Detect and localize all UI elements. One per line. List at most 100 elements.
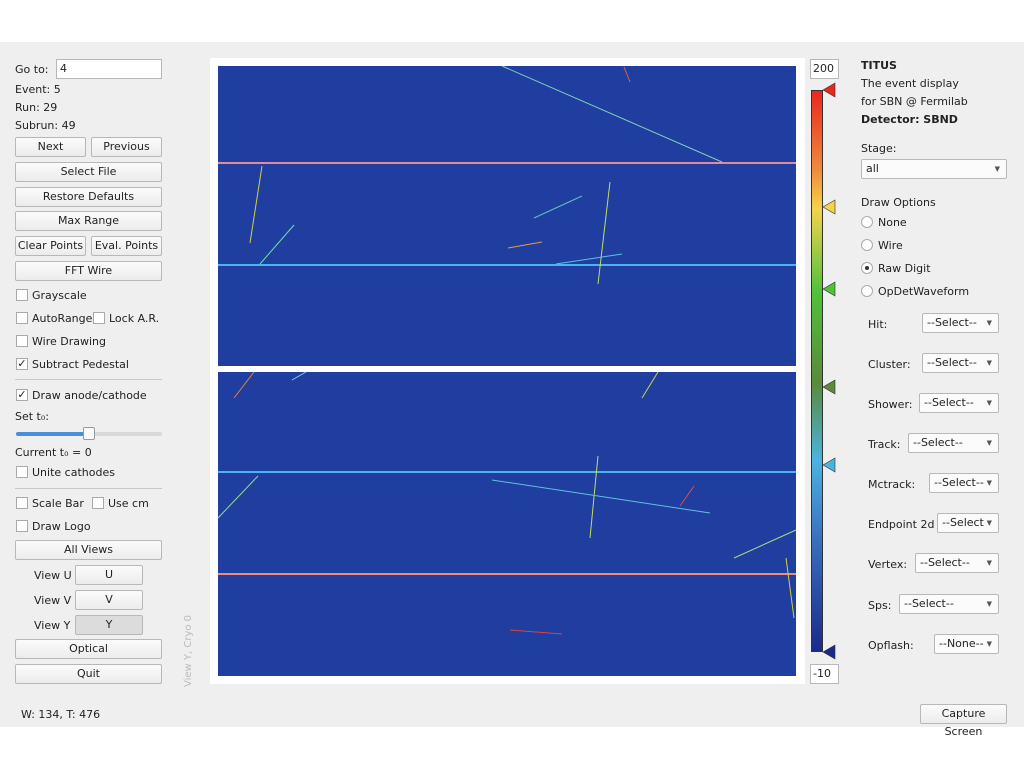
mctrack-label: Mctrack: xyxy=(868,478,916,491)
colorbar-max-input[interactable]: 200 xyxy=(810,59,839,79)
track-label: Track: xyxy=(868,438,901,451)
view-u-button[interactable]: U xyxy=(75,565,143,585)
chevron-down-icon: ▼ xyxy=(986,359,992,367)
draw-option-radio[interactable] xyxy=(861,262,873,274)
t0-slider-handle[interactable] xyxy=(83,427,95,440)
divider xyxy=(15,488,162,489)
select-value: --Select-- xyxy=(913,436,963,449)
eval-points-button[interactable]: Eval. Points xyxy=(91,236,162,256)
run-label: Run: 29 xyxy=(15,101,58,114)
opflash-select[interactable]: --None-- ▼ xyxy=(934,634,999,654)
draw-option-radio[interactable] xyxy=(861,216,873,228)
select-file-button[interactable]: Select File xyxy=(15,162,162,182)
sps-select[interactable]: --Select-- ▼ xyxy=(899,594,999,614)
cluster-label: Cluster: xyxy=(868,358,911,371)
shower-label: Shower: xyxy=(868,398,913,411)
scale-bar-label: Scale Bar xyxy=(32,497,84,510)
chevron-down-icon: ▼ xyxy=(986,319,992,327)
chevron-down-icon: ▼ xyxy=(986,399,992,407)
draw-logo-label: Draw Logo xyxy=(32,520,91,533)
chevron-down-icon: ▼ xyxy=(986,559,992,567)
use-cm-label: Use cm xyxy=(108,497,149,510)
clear-points-button[interactable]: Clear Points xyxy=(15,236,86,256)
goto-input[interactable]: 4 xyxy=(56,59,162,79)
use-cm-checkbox[interactable] xyxy=(92,497,104,509)
colorbar-handle xyxy=(822,457,836,473)
colorbar-handle xyxy=(822,82,836,98)
unite-cathodes-checkbox[interactable] xyxy=(16,466,28,478)
stage-select[interactable]: all ▼ xyxy=(861,159,1007,179)
hit-label: Hit: xyxy=(868,318,888,331)
next-button[interactable]: Next xyxy=(15,137,86,157)
select-value: --None-- xyxy=(939,637,984,650)
scale-bar-checkbox[interactable] xyxy=(16,497,28,509)
autorange-label: AutoRange xyxy=(32,312,93,325)
draw-options-label: Draw Options xyxy=(861,196,936,209)
grayscale-checkbox[interactable] xyxy=(16,289,28,301)
vertex-select[interactable]: --Select-- ▼ xyxy=(915,553,999,573)
chevron-down-icon: ▼ xyxy=(986,640,992,648)
previous-button[interactable]: Previous xyxy=(91,137,162,157)
draw-logo-checkbox[interactable] xyxy=(16,520,28,532)
draw-option-radio[interactable] xyxy=(861,239,873,251)
chevron-down-icon: ▼ xyxy=(986,519,992,527)
colorbar-min-input[interactable]: -10 xyxy=(810,664,839,684)
colorbar-handle xyxy=(822,281,836,297)
select-value: --Select-- xyxy=(927,316,977,329)
opflash-label: Opflash: xyxy=(868,639,914,652)
chevron-down-icon: ▼ xyxy=(994,165,1000,173)
wire-drawing-checkbox[interactable] xyxy=(16,335,28,347)
draw-option-radio[interactable] xyxy=(861,285,873,297)
lock-ar-checkbox[interactable] xyxy=(93,312,105,324)
select-value: --Select-- xyxy=(904,597,954,610)
view-y-button[interactable]: Y xyxy=(75,615,143,635)
max-range-button[interactable]: Max Range xyxy=(15,211,162,231)
event-display[interactable] xyxy=(210,58,805,684)
event-display-canvas[interactable] xyxy=(210,58,805,684)
view-v-button[interactable]: V xyxy=(75,590,143,610)
app-subtitle-1: The event display xyxy=(861,77,959,90)
sps-label: Sps: xyxy=(868,599,892,612)
colorbar-handle xyxy=(822,199,836,215)
subtract-pedestal-checkbox[interactable]: ✓ xyxy=(16,358,28,370)
select-value: --Select-- xyxy=(934,476,984,489)
restore-defaults-button[interactable]: Restore Defaults xyxy=(15,187,162,207)
chevron-down-icon: ▼ xyxy=(986,479,992,487)
colorbar-handle xyxy=(822,379,836,395)
view-u-label: View U xyxy=(34,569,72,582)
t0-slider[interactable] xyxy=(16,427,162,440)
mctrack-select[interactable]: --Select-- ▼ xyxy=(929,473,999,493)
lock-ar-label: Lock A.R. xyxy=(109,312,160,325)
vertex-label: Vertex: xyxy=(868,558,908,571)
hit-select[interactable]: --Select-- ▼ xyxy=(922,313,999,333)
chevron-down-icon: ▼ xyxy=(986,600,992,608)
view-label: View Y, Cryo 0 xyxy=(183,614,194,687)
endpoint-select[interactable]: --Select ▼ xyxy=(937,513,999,533)
all-views-button[interactable]: All Views xyxy=(15,540,162,560)
detector-label: Detector: SBND xyxy=(861,113,958,126)
view-panel-top xyxy=(218,66,796,366)
shower-select[interactable]: --Select-- ▼ xyxy=(919,393,999,413)
fft-wire-button[interactable]: FFT Wire xyxy=(15,261,162,281)
unite-cathodes-label: Unite cathodes xyxy=(32,466,115,479)
colorbar-handle xyxy=(822,644,836,660)
draw-anode-label: Draw anode/cathode xyxy=(32,389,147,402)
quit-button[interactable]: Quit xyxy=(15,664,162,684)
autorange-checkbox[interactable] xyxy=(16,312,28,324)
main-window: Go to: 4 Event: 5 Run: 29 Subrun: 49 Nex… xyxy=(0,42,1024,738)
grayscale-label: Grayscale xyxy=(32,289,87,302)
select-value: --Select-- xyxy=(924,396,974,409)
divider xyxy=(15,379,162,380)
select-value: --Select-- xyxy=(920,556,970,569)
colorbar-handles[interactable] xyxy=(821,82,841,662)
view-v-label: View V xyxy=(34,594,72,607)
draw-option-label: None xyxy=(878,216,907,229)
track-select[interactable]: --Select-- ▼ xyxy=(908,433,999,453)
optical-button[interactable]: Optical xyxy=(15,639,162,659)
goto-label: Go to: xyxy=(15,63,49,76)
app-title: TITUS xyxy=(861,59,897,72)
subtract-pedestal-label: Subtract Pedestal xyxy=(32,358,129,371)
cluster-select[interactable]: --Select-- ▼ xyxy=(922,353,999,373)
capture-screen-button[interactable]: Capture Screen xyxy=(920,704,1007,738)
draw-anode-checkbox[interactable]: ✓ xyxy=(16,389,28,401)
